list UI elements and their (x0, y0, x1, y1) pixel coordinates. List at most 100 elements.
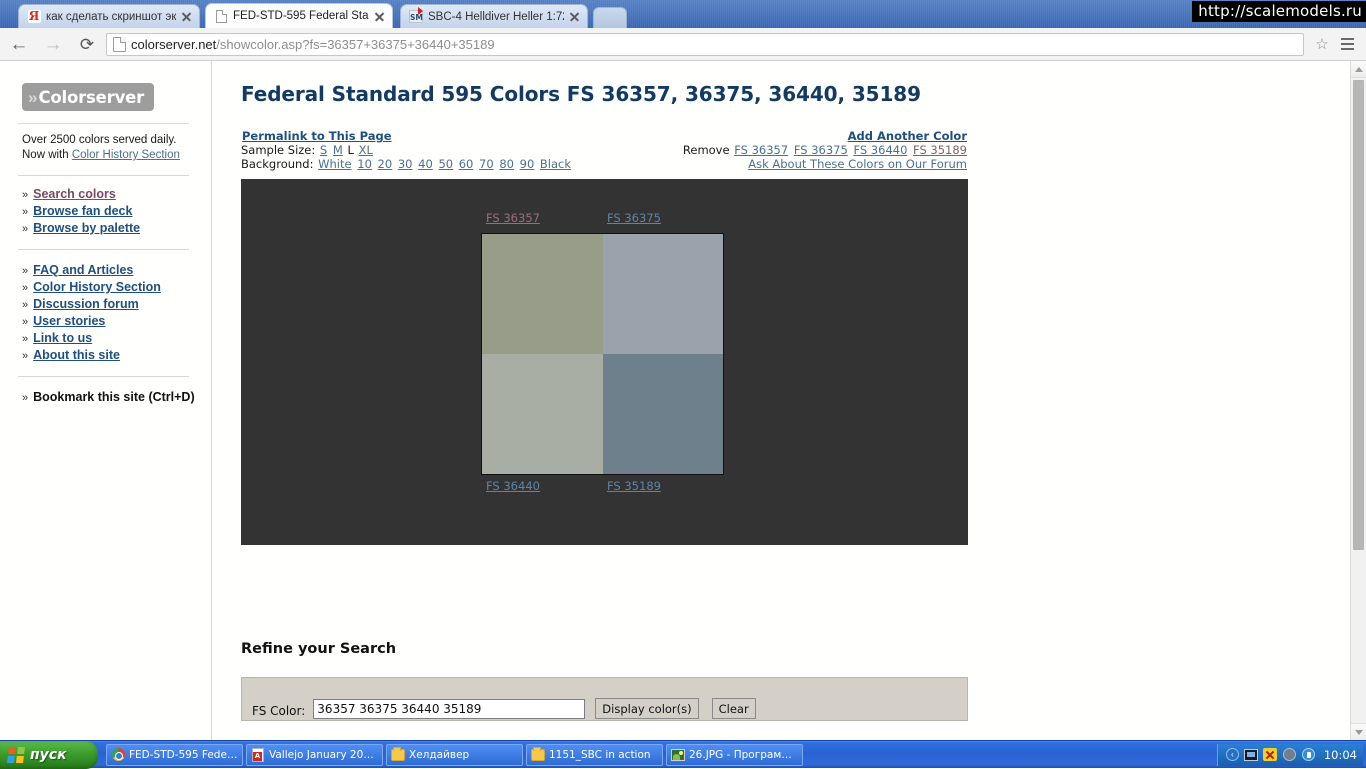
document-icon (214, 9, 228, 23)
sidebar-item-search-colors[interactable]: » Search colors (0, 186, 211, 203)
swatch-label-fs-36440[interactable]: FS 36440 (486, 479, 540, 493)
taskbar-item-chrome[interactable]: FED-STD-595 Federal... (106, 743, 243, 766)
close-icon[interactable] (373, 10, 386, 23)
display-colors-button[interactable]: Display color(s) (595, 698, 699, 719)
remove-link-fs-36375[interactable]: FS 36375 (794, 143, 848, 157)
hamburger-menu-icon[interactable] (1334, 31, 1360, 57)
start-button-label: пуск (30, 746, 67, 763)
tray-expand-icon[interactable]: ‹ (1225, 747, 1240, 762)
scrollbar-thumb[interactable] (1353, 80, 1364, 550)
tab-sbc-4-helldiver[interactable]: SM SBC-4 Helldiver Heller 1:72 : (400, 4, 588, 28)
clear-button[interactable]: Clear (711, 698, 756, 719)
close-icon[interactable] (568, 10, 581, 23)
bluetooth-icon[interactable] (1301, 747, 1316, 762)
background-option-20[interactable]: 20 (378, 157, 393, 171)
sample-size-option-s[interactable]: S (320, 143, 327, 157)
sidebar-item-bookmark-this-site[interactable]: » Bookmark this site (Ctrl+D) (0, 389, 211, 406)
sidebar-item-discussion-forum[interactable]: » Discussion forum (0, 296, 211, 313)
color-swatch-fs-36375[interactable] (602, 234, 723, 354)
bullet-icon: » (22, 223, 29, 235)
sidebar-item-label[interactable]: Search colors (33, 186, 116, 202)
network-icon[interactable] (1244, 747, 1259, 762)
background-option-40[interactable]: 40 (418, 157, 433, 171)
background-option-60[interactable]: 60 (459, 157, 474, 171)
back-arrow-icon[interactable]: ← (4, 30, 34, 58)
sidebar-nav-group-3: » Bookmark this site (Ctrl+D) (0, 389, 211, 406)
address-bar[interactable]: colorserver.net /showcolor.asp?fs=36357+… (106, 32, 1304, 56)
taskbar-item-helldiver-folder[interactable]: Хелдайвер (386, 743, 523, 766)
sidebar-item-about-this-site[interactable]: » About this site (0, 347, 211, 364)
tab-yandex-screenshot[interactable]: Я как сделать скриншот экр (18, 4, 200, 28)
scroll-down-arrow-icon[interactable] (1351, 723, 1366, 740)
start-button[interactable]: пуск (0, 740, 98, 769)
remove-link-fs-35189[interactable]: FS 35189 (913, 143, 967, 157)
sidebar-item-label[interactable]: Link to us (33, 330, 92, 346)
sidebar-item-user-stories[interactable]: » User stories (0, 313, 211, 330)
background-label: Background: (241, 157, 314, 171)
vertical-scrollbar[interactable] (1350, 61, 1366, 740)
sidebar-item-label[interactable]: FAQ and Articles (33, 262, 133, 278)
page-info-icon[interactable] (113, 36, 126, 52)
permalink-row: Permalink to This Page (241, 129, 572, 143)
taskbar-item-label: 26.JPG - Программа ... (689, 748, 798, 761)
sidebar-item-browse-fan-deck[interactable]: » Browse fan deck (0, 203, 211, 220)
background-option-90[interactable]: 90 (520, 157, 535, 171)
sidebar-item-label[interactable]: Color History Section (33, 279, 161, 295)
sidebar-item-label[interactable]: Browse by palette (33, 220, 140, 236)
remove-link-fs-36440[interactable]: FS 36440 (853, 143, 907, 157)
divider (18, 249, 189, 250)
chrome-icon (111, 748, 125, 762)
taskbar-item-vallejo-pdf[interactable]: Vallejo January 2017.... (246, 743, 383, 766)
background-option-70[interactable]: 70 (479, 157, 494, 171)
sample-size-option-xl[interactable]: XL (359, 143, 373, 157)
color-swatch-fs-35189[interactable] (602, 354, 723, 474)
close-icon[interactable] (180, 10, 193, 23)
sidebar-item-label[interactable]: Discussion forum (33, 296, 139, 312)
ask-about-colors-forum-link[interactable]: Ask About These Colors on Our Forum (748, 157, 967, 171)
antivirus-alert-icon[interactable] (1263, 747, 1278, 762)
sidebar-item-link-to-us[interactable]: » Link to us (0, 330, 211, 347)
star-icon[interactable]: ☆ (1310, 32, 1334, 56)
permalink-link[interactable]: Permalink to This Page (242, 129, 392, 143)
add-another-color-link[interactable]: Add Another Color (848, 129, 967, 143)
scroll-up-arrow-icon[interactable] (1351, 61, 1366, 78)
remove-link-fs-36357[interactable]: FS 36357 (734, 143, 788, 157)
sidebar: » Colorserver Over 2500 colors served da… (0, 61, 212, 740)
swatch-label-fs-36375[interactable]: FS 36375 (607, 211, 661, 225)
fs-color-input[interactable] (313, 699, 586, 719)
divider (18, 376, 189, 377)
taskbar-item-image-viewer[interactable]: 26.JPG - Программа ... (666, 743, 803, 766)
reload-icon[interactable]: ⟳ (72, 30, 102, 58)
volume-icon[interactable] (1282, 747, 1297, 762)
color-swatch-grid (481, 233, 724, 475)
new-tab-button[interactable] (593, 7, 627, 28)
background-option-black[interactable]: Black (540, 157, 571, 171)
sidebar-item-color-history-section[interactable]: » Color History Section (0, 279, 211, 296)
sidebar-item-faq-and-articles[interactable]: » FAQ and Articles (0, 262, 211, 279)
swatch-labels-bottom: FS 36440 FS 35189 (241, 479, 968, 501)
tab-fed-std-595[interactable]: FED-STD-595 Federal Standa (205, 3, 393, 28)
colorserver-logo[interactable]: » Colorserver (22, 83, 154, 111)
background-option-white[interactable]: White (318, 157, 351, 171)
forward-arrow-icon[interactable]: → (38, 30, 68, 58)
refine-search-section: Refine your Search FS Color: Display col… (241, 641, 968, 721)
url-host: colorserver.net (131, 36, 217, 52)
sidebar-item-label[interactable]: User stories (33, 313, 105, 329)
background-option-30[interactable]: 30 (398, 157, 413, 171)
bullet-icon: » (22, 299, 29, 311)
background-option-10[interactable]: 10 (357, 157, 372, 171)
background-option-50[interactable]: 50 (438, 157, 453, 171)
sidebar-item-label: Bookmark this site (Ctrl+D) (33, 390, 195, 404)
swatch-label-fs-36357[interactable]: FS 36357 (486, 211, 540, 225)
taskbar-item-sbc-in-action-folder[interactable]: 1151_SBC in action (526, 743, 663, 766)
taskbar-clock[interactable]: 10:04 (1324, 748, 1357, 762)
color-swatch-fs-36440[interactable] (482, 354, 603, 474)
sidebar-item-label[interactable]: About this site (33, 347, 120, 363)
color-history-link[interactable]: Color History Section (72, 149, 180, 161)
background-option-80[interactable]: 80 (499, 157, 514, 171)
sample-size-option-m[interactable]: M (333, 143, 343, 157)
sidebar-item-label[interactable]: Browse fan deck (33, 203, 132, 219)
sidebar-item-browse-by-palette[interactable]: » Browse by palette (0, 220, 211, 237)
swatch-label-fs-35189[interactable]: FS 35189 (607, 479, 661, 493)
color-swatch-fs-36357[interactable] (482, 234, 603, 354)
